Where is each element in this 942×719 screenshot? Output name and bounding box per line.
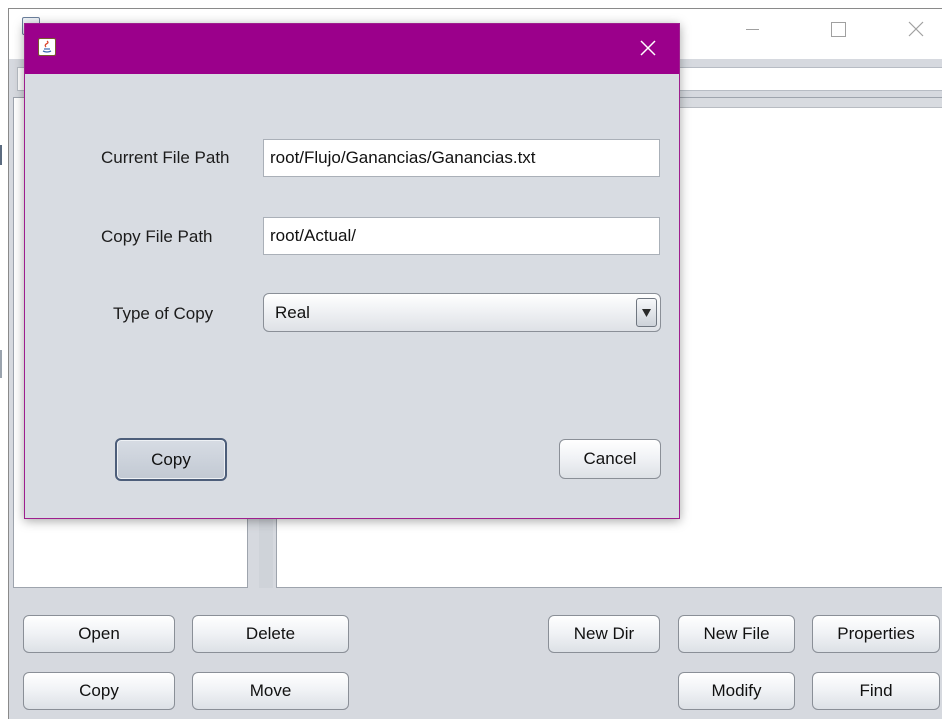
window-close-button[interactable]: [893, 9, 939, 49]
new-file-button[interactable]: New File: [678, 615, 795, 653]
move-button[interactable]: Move: [192, 672, 349, 710]
chevron-down-icon: [642, 308, 651, 317]
dialog-copy-button[interactable]: Copy: [115, 438, 227, 481]
open-button[interactable]: Open: [23, 615, 175, 653]
copy-dialog: Current File Path Copy File Path Type of…: [24, 23, 680, 519]
new-dir-button[interactable]: New Dir: [548, 615, 660, 653]
side-marker: [0, 350, 2, 378]
maximize-button[interactable]: [815, 9, 861, 49]
current-file-path-label: Current File Path: [101, 148, 230, 167]
type-of-copy-value: Real: [275, 303, 310, 322]
find-button[interactable]: Find: [812, 672, 940, 710]
minimize-button[interactable]: [729, 9, 775, 49]
delete-button[interactable]: Delete: [192, 615, 349, 653]
properties-button[interactable]: Properties: [812, 615, 940, 653]
copy-button[interactable]: Copy: [23, 672, 175, 710]
side-marker: [0, 145, 2, 165]
dropdown-arrow-button[interactable]: [636, 298, 657, 327]
maximize-icon: [830, 21, 846, 37]
type-of-copy-select[interactable]: Real: [263, 293, 661, 332]
copy-file-path-field[interactable]: [263, 217, 660, 255]
dialog-titlebar[interactable]: [25, 24, 679, 74]
dialog-close-icon[interactable]: [639, 39, 657, 57]
java-icon: [38, 38, 56, 56]
copy-file-path-label: Copy File Path: [101, 227, 213, 246]
minimize-icon: [745, 28, 759, 30]
close-icon: [908, 21, 924, 37]
type-of-copy-label: Type of Copy: [113, 304, 214, 323]
current-file-path-field[interactable]: [263, 139, 660, 177]
modify-button[interactable]: Modify: [678, 672, 795, 710]
dialog-cancel-button[interactable]: Cancel: [559, 439, 661, 479]
